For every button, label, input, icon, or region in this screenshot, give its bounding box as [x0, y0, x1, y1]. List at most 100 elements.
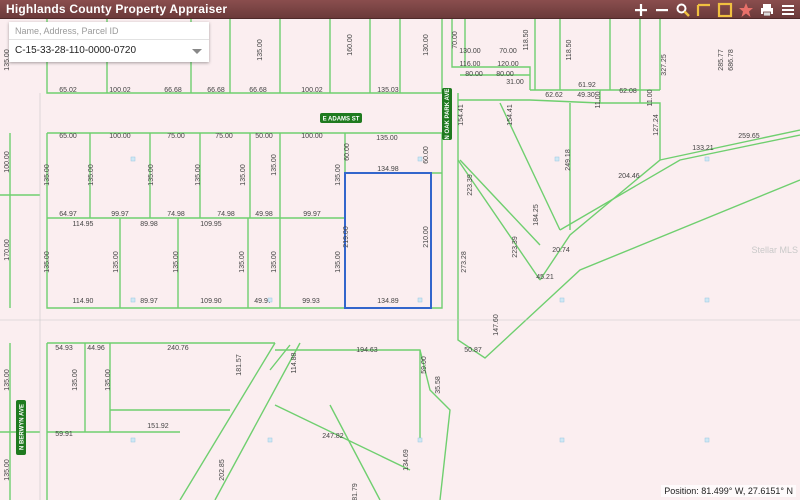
parcel-dimension-label: 89.98 [140, 221, 158, 228]
parcel-dimension-label: 327.25 [661, 54, 668, 76]
select-rect-icon[interactable] [717, 2, 733, 18]
map-canvas[interactable]: E ADAMS ST N OAK PARK AVE N BERWYN AVE 1… [0, 19, 800, 500]
chevron-down-icon[interactable] [192, 49, 202, 54]
parcel-dimension-label: 170.00 [4, 239, 11, 261]
parcel-dimension-label: 135.00 [240, 164, 247, 186]
parcel-dimension-label: 135.00 [257, 39, 264, 61]
parcel-dimension-label: 181.57 [236, 354, 243, 376]
parcel-dimension-label: 62.62 [545, 92, 563, 99]
parcel-dimension-label: 116.00 [460, 61, 481, 68]
parcel-dimension-label: 99.97 [303, 211, 321, 218]
parcel-dimension-label: 65.00 [59, 133, 77, 140]
parcel-dimension-label: 135.00 [335, 164, 342, 186]
parcel-dimension-label: 61.92 [578, 82, 596, 89]
parcel-dimension-label: 99.97 [111, 211, 129, 218]
parcel-dimension-label: 81.79 [352, 483, 359, 500]
parcel-dimension-label: 70.00 [452, 31, 459, 49]
parcel-dimension-label: 135.00 [239, 251, 246, 273]
position-readout: Position: 81.499° W, 27.6151° N [661, 485, 796, 497]
parcel-dimension-label: 285.77 [718, 49, 725, 71]
parcel-dimension-label: 49.98 [255, 211, 273, 218]
parcel-dimension-label: 100.00 [109, 133, 131, 140]
parcel-dimension-label: 75.00 [167, 133, 185, 140]
parcel-dimension-label: 135.03 [377, 87, 399, 94]
parcel-dimension-label: 135.00 [335, 251, 342, 273]
parcel-dimension-label: 114.88 [291, 352, 298, 373]
parcel-dimension-label: 59.91 [55, 431, 73, 438]
parcel-dimension-label: 135.00 [105, 369, 112, 391]
parcel-dimension-label: 120.00 [497, 61, 519, 68]
parcel-dimension-label: 134.69 [403, 449, 410, 471]
parcel-dimension-label: 147.60 [493, 314, 500, 336]
svg-text:E ADAMS ST: E ADAMS ST [323, 117, 360, 123]
parcel-dimension-label: 210.00 [423, 226, 430, 248]
menu-icon[interactable] [780, 2, 796, 18]
parcel-dimension-label: 247.82 [322, 433, 344, 440]
zoom-in-icon[interactable] [633, 2, 649, 18]
svg-text:N BERWYN AVE: N BERWYN AVE [20, 404, 26, 450]
parcel-dimension-label: 74.98 [217, 211, 235, 218]
parcel-dimension-label: 135.00 [148, 164, 155, 186]
parcel-dimension-label: 130.00 [459, 48, 481, 55]
street-label-n-berwyn-ave: N BERWYN AVE [16, 400, 26, 455]
parcel-dimension-label: 114.95 [73, 221, 94, 228]
parcel-dimension-label: 31.00 [506, 79, 524, 86]
parcel-dimension-label: 74.98 [167, 211, 185, 218]
parcel-dimension-label: 135.00 [4, 459, 11, 481]
parcel-dimension-label: 259.65 [738, 133, 760, 140]
parcel-dropdown[interactable]: C-15-33-28-110-0000-0720 [9, 40, 209, 62]
parcel-id-value: C-15-33-28-110-0000-0720 [15, 45, 137, 56]
parcel-dimension-label: 66.68 [207, 87, 225, 94]
parcel-dimension-label: 135.00 [44, 251, 51, 273]
parcel-dimension-label: 65.02 [59, 87, 77, 94]
map-toolbar [633, 0, 796, 19]
parcel-dimension-label: 100.00 [301, 133, 323, 140]
svg-text:N OAK PARK AVE: N OAK PARK AVE [445, 89, 451, 140]
zoom-to-icon[interactable] [675, 2, 691, 18]
parcel-dimension-label: 75.00 [215, 133, 233, 140]
parcel-dimension-label: 135.00 [44, 164, 51, 186]
parcel-dimension-label: 35.58 [435, 376, 442, 394]
parcel-dimension-label: 100.02 [109, 87, 131, 94]
parcel-dimension-label: 44.96 [87, 345, 105, 352]
parcel-dimension-label: 60.00 [344, 143, 351, 161]
parcel-map[interactable]: E ADAMS ST N OAK PARK AVE N BERWYN AVE 1… [0, 19, 800, 500]
measure-icon[interactable] [696, 2, 712, 18]
parcel-dimension-label: 100.02 [301, 87, 323, 94]
parcel-dimension-label: 223.39 [512, 236, 519, 258]
parcel-dimension-label: 135.00 [271, 251, 278, 273]
parcel-dimension-label: 223.39 [467, 174, 474, 196]
parcel-dimension-label: 66.68 [249, 87, 267, 94]
parcel-dimension-label: 154.41 [507, 104, 514, 126]
parcel-dimension-label: 62.08 [619, 88, 637, 95]
star-icon[interactable] [738, 2, 754, 18]
parcel-dimension-label: 100.00 [4, 151, 11, 173]
print-icon[interactable] [759, 2, 775, 18]
parcel-dimension-label: 89.97 [140, 298, 158, 305]
title-bar: Highlands County Property Appraiser [0, 0, 800, 19]
parcel-dimension-label: 127.24 [653, 114, 660, 136]
parcel-dimension-label: 151.92 [147, 423, 169, 430]
parcel-dimension-label: 109.90 [200, 298, 222, 305]
parcel-dimension-label: 50.00 [255, 133, 273, 140]
parcel-dimension-label: 135.00 [173, 251, 180, 273]
parcel-dimension-label: 80.00 [465, 71, 483, 78]
parcel-dimension-label: 49.30 [577, 92, 595, 99]
parcel-dimension-label: 194.63 [356, 347, 378, 354]
parcel-dimension-label: 45.21 [536, 274, 554, 281]
parcel-dimension-label: 135.00 [376, 135, 398, 142]
parcel-dimension-label: 133.21 [692, 145, 714, 152]
parcel-dimension-label: 118.50 [566, 39, 573, 60]
zoom-out-icon[interactable] [654, 2, 670, 18]
parcel-dimension-label: 80.00 [496, 71, 514, 78]
parcel-dimension-label: 202.85 [219, 459, 226, 481]
watermark: Stellar MLS [751, 245, 798, 255]
parcel-dimension-label: 99.93 [302, 298, 320, 305]
parcel-dimension-label: 20.74 [552, 247, 570, 254]
parcel-dimension-label: 130.00 [423, 34, 430, 56]
parcel-dimension-label: 70.00 [499, 48, 517, 55]
parcel-dimension-label: 134.89 [377, 298, 399, 305]
search-input[interactable] [9, 22, 209, 40]
parcel-dimension-label: 11.00 [647, 89, 654, 106]
parcel-dimension-label: 60.00 [423, 146, 430, 164]
